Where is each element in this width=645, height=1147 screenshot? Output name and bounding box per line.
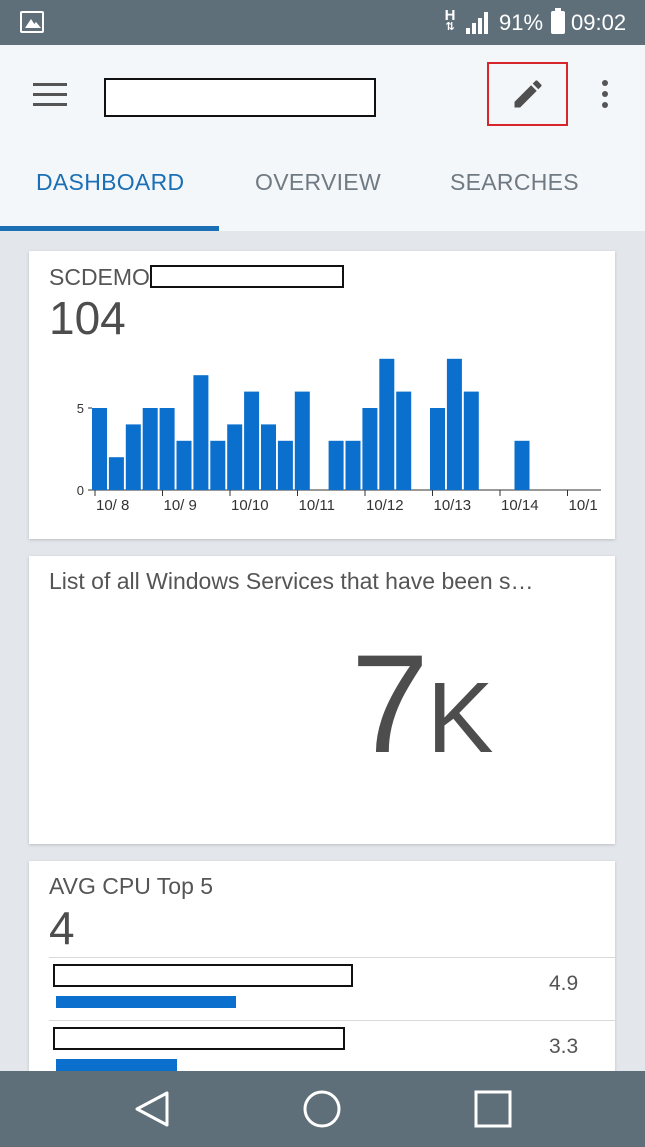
x-tick-label: 10/14 xyxy=(501,497,539,514)
chart-bar xyxy=(328,440,344,490)
x-tick-label: 10/1 xyxy=(569,497,598,514)
x-tick-label: 10/13 xyxy=(434,497,472,514)
hamburger-menu-icon[interactable] xyxy=(33,83,67,107)
value-bar xyxy=(56,996,236,1008)
status-bar: H ⇅ 91% 09:02 xyxy=(0,0,645,45)
bar-chart: 0 5 10/ 8 10/ 9 10/10 10/11 10/12 10/13 10/14 10/… xyxy=(77,358,601,514)
redacted-computer-name xyxy=(53,1027,345,1050)
x-tick-label: 10/11 xyxy=(299,497,335,514)
edit-button[interactable] xyxy=(487,62,568,126)
chart-bar xyxy=(244,391,260,490)
tab-searches[interactable]: SEARCHES xyxy=(450,169,579,196)
chart-bar xyxy=(362,408,378,490)
big-value-suffix: K xyxy=(426,662,494,774)
avg-cpu-tile[interactable]: AVG CPU Top 5 4 4.9 3.3 xyxy=(29,861,615,1076)
windows-services-tile[interactable]: List of all Windows Services that have b… xyxy=(29,556,615,844)
chart-bar xyxy=(142,408,158,490)
home-icon[interactable] xyxy=(302,1089,342,1129)
signal-strength-icon xyxy=(466,12,488,34)
tile-title: AVG CPU Top 5 xyxy=(49,873,214,899)
redacted-computer-name xyxy=(53,964,353,987)
x-tick-label: 10/12 xyxy=(366,497,404,514)
more-options-icon[interactable] xyxy=(598,80,612,110)
active-tab-indicator xyxy=(0,226,219,231)
pencil-icon xyxy=(514,80,542,108)
chart-bar xyxy=(125,424,141,490)
chart-bar xyxy=(396,391,412,490)
list-item[interactable]: 4.9 xyxy=(49,957,615,1020)
chart-bar xyxy=(294,391,310,490)
system-navigation-bar xyxy=(0,1071,645,1147)
chart-bar xyxy=(277,440,293,490)
value-bar xyxy=(56,1059,177,1071)
back-icon[interactable] xyxy=(133,1089,173,1129)
chart-bar xyxy=(345,440,361,490)
chart-bar xyxy=(379,358,395,490)
clock: 09:02 xyxy=(571,10,627,35)
row-value: 4.9 xyxy=(549,972,579,995)
chart-bar xyxy=(193,375,209,490)
x-tick-label: 10/ 8 xyxy=(96,497,129,514)
workspace-name-field[interactable] xyxy=(104,78,376,117)
chart-bar xyxy=(108,457,124,490)
scdemo-tile[interactable]: SCDEMO 104 0 5 10/ 8 10/ 9 10/10 10/11 10/12 10… xyxy=(29,251,615,539)
row-value: 3.3 xyxy=(549,1035,579,1058)
tile-big-value: 7K xyxy=(351,634,494,774)
y-tick-label: 0 xyxy=(77,483,84,498)
chart-bar xyxy=(159,408,175,490)
chart-bar xyxy=(463,391,479,490)
chart-bar xyxy=(446,358,462,490)
image-notification-icon xyxy=(20,11,44,33)
tab-overview[interactable]: OVERVIEW xyxy=(255,169,381,196)
x-tick-label: 10/ 9 xyxy=(164,497,197,514)
chart-bar xyxy=(92,408,107,490)
chart-bar xyxy=(210,440,226,490)
big-value-number: 7 xyxy=(351,625,429,782)
x-tick-label: 10/10 xyxy=(231,497,269,514)
chart-bar xyxy=(176,440,192,490)
chart-bar xyxy=(227,424,243,490)
tile-title: List of all Windows Services that have b… xyxy=(49,568,534,594)
tile-value: 4 xyxy=(49,902,75,954)
chart-bar xyxy=(430,408,445,490)
battery-icon xyxy=(551,8,565,34)
chart-bar xyxy=(261,424,276,490)
tab-bar: DASHBOARD OVERVIEW SEARCHES xyxy=(0,141,645,231)
y-tick-label: 5 xyxy=(77,401,84,416)
network-type-icon: H ⇅ xyxy=(444,7,456,33)
battery-percentage: 91% xyxy=(499,10,544,35)
chart-bar xyxy=(514,440,530,490)
tab-dashboard[interactable]: DASHBOARD xyxy=(36,169,184,196)
recents-icon[interactable] xyxy=(473,1089,513,1129)
list-item[interactable]: 3.3 xyxy=(49,1020,615,1076)
